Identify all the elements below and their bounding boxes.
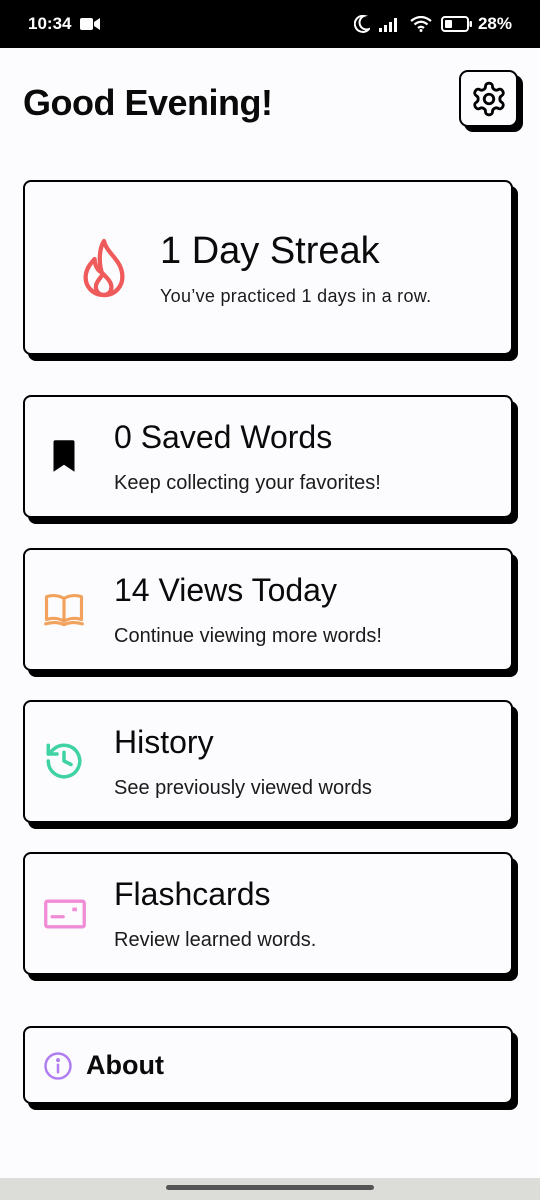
status-bar: 10:34 28% — [0, 0, 540, 48]
moon-icon — [353, 15, 370, 33]
video-camera-icon — [80, 18, 101, 30]
bookmark-icon — [53, 440, 75, 472]
home-gesture-handle[interactable] — [166, 1185, 374, 1190]
status-time: 10:34 — [28, 14, 72, 33]
flashcard-icon — [44, 899, 86, 929]
views-today-subtitle: Continue viewing more words! — [114, 625, 382, 647]
page-title: Good Evening! — [23, 82, 273, 123]
views-today-title: 14 Views Today — [114, 572, 337, 608]
history-clock-icon — [46, 743, 82, 779]
open-book-icon — [44, 594, 84, 627]
signal-icon — [378, 18, 397, 32]
streak-subtitle: You’ve practiced 1 days in a row. — [160, 286, 432, 306]
history-title: History — [114, 724, 214, 760]
header: Good Evening! — [23, 70, 518, 134]
flashcards-subtitle: Review learned words. — [114, 929, 317, 951]
streak-card[interactable]: 1 Day Streak You’ve practiced 1 days in … — [23, 180, 513, 355]
flashcards-title: Flashcards — [114, 876, 271, 912]
history-subtitle: See previously viewed words — [114, 777, 372, 799]
gear-icon — [472, 81, 505, 116]
saved-words-title: 0 Saved Words — [114, 419, 333, 455]
navigation-bar — [0, 1178, 540, 1200]
settings-button[interactable] — [459, 70, 518, 127]
about-label: About — [86, 1050, 164, 1080]
battery-icon — [440, 16, 472, 32]
saved-words-subtitle: Keep collecting your favorites! — [114, 472, 381, 494]
views-today-card[interactable]: 14 Views Today Continue viewing more wor… — [23, 548, 513, 671]
flame-icon — [83, 238, 125, 298]
wifi-icon — [410, 16, 432, 32]
history-card[interactable]: History See previously viewed words — [23, 700, 513, 823]
flashcards-card[interactable]: Flashcards Review learned words. — [23, 852, 513, 975]
saved-words-card[interactable]: 0 Saved Words Keep collecting your favor… — [23, 395, 513, 518]
info-icon — [44, 1052, 72, 1080]
battery-percent: 28% — [477, 14, 512, 33]
about-button[interactable]: About — [23, 1026, 513, 1104]
streak-title: 1 Day Streak — [160, 230, 380, 272]
